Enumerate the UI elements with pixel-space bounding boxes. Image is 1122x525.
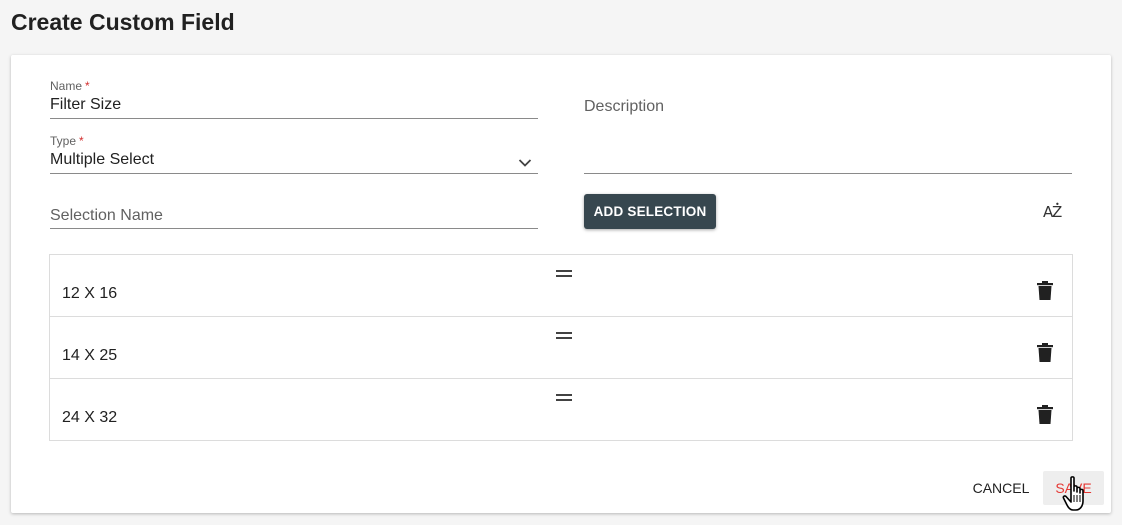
selection-name-placeholder: Selection Name (50, 207, 163, 224)
selection-row[interactable]: 14 X 25 (50, 317, 1072, 379)
drag-handle-icon[interactable] (555, 268, 573, 278)
description-field[interactable]: Description (584, 95, 1072, 174)
page-title: Create Custom Field (11, 9, 235, 35)
selection-row[interactable]: 24 X 32 (50, 379, 1072, 440)
name-value: Filter Size (50, 96, 122, 113)
selection-list: 12 X 16 14 X 25 24 X 32 (49, 254, 1073, 441)
add-selection-button[interactable]: ADD SELECTION (584, 194, 716, 229)
trash-icon[interactable] (1036, 343, 1054, 363)
selection-label: 24 X 32 (62, 409, 118, 426)
cancel-button[interactable]: CANCEL (966, 471, 1036, 505)
name-field[interactable]: Name * Filter Size (50, 77, 538, 119)
trash-icon[interactable] (1036, 281, 1054, 301)
drag-handle-icon[interactable] (555, 330, 573, 340)
type-select[interactable]: Type * Multiple Select (50, 132, 538, 174)
selection-row[interactable]: 12 X 16 (50, 255, 1072, 317)
required-mark: * (79, 134, 84, 148)
save-button[interactable]: SAVE (1043, 471, 1104, 505)
type-value: Multiple Select (50, 151, 155, 168)
sort-alphabetical-icon[interactable]: A Z • (1040, 200, 1066, 223)
selection-name-input[interactable]: Selection Name (50, 195, 538, 229)
name-label: Name * (50, 79, 90, 93)
drag-handle-icon[interactable] (555, 392, 573, 402)
description-placeholder: Description (584, 98, 665, 115)
chevron-down-icon[interactable] (518, 158, 532, 168)
type-label: Type * (50, 134, 84, 148)
selection-label: 12 X 16 (62, 285, 118, 302)
selection-label: 14 X 25 (62, 347, 118, 364)
required-mark: * (85, 79, 90, 93)
trash-icon[interactable] (1036, 405, 1054, 425)
custom-field-form-card: Name * Filter Size Description Type * Mult… (11, 55, 1111, 513)
